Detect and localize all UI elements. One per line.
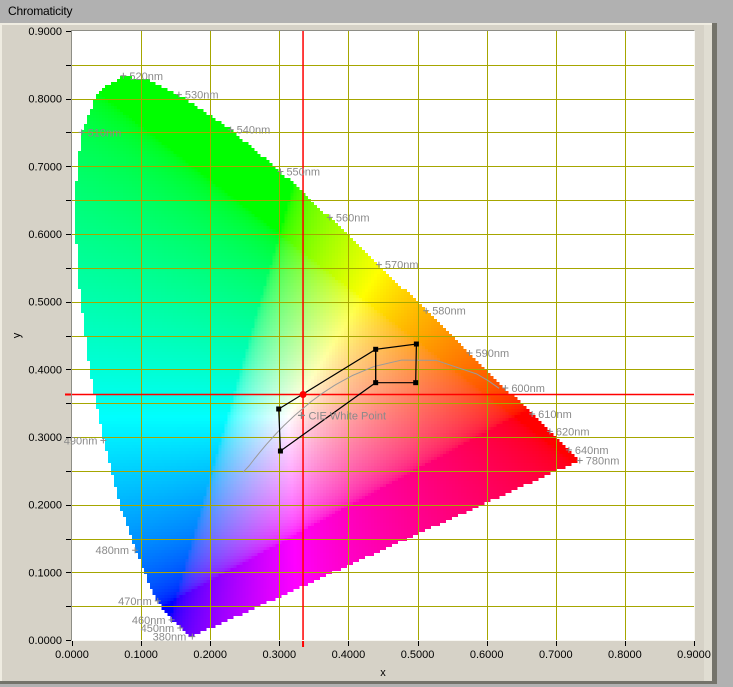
- panel-bevel-left: [0, 23, 2, 684]
- panel-bevel-top: [0, 23, 717, 25]
- window-title-bar: Chromaticity: [0, 0, 733, 23]
- panel-bevel-right-highlight: [704, 25, 712, 682]
- window-title: Chromaticity: [8, 4, 72, 18]
- window-right-margin: [717, 0, 733, 687]
- chromaticity-window: { "window": { "title": "Chromaticity" },…: [0, 0, 733, 687]
- cie-horseshoe-gradient: [72, 31, 694, 640]
